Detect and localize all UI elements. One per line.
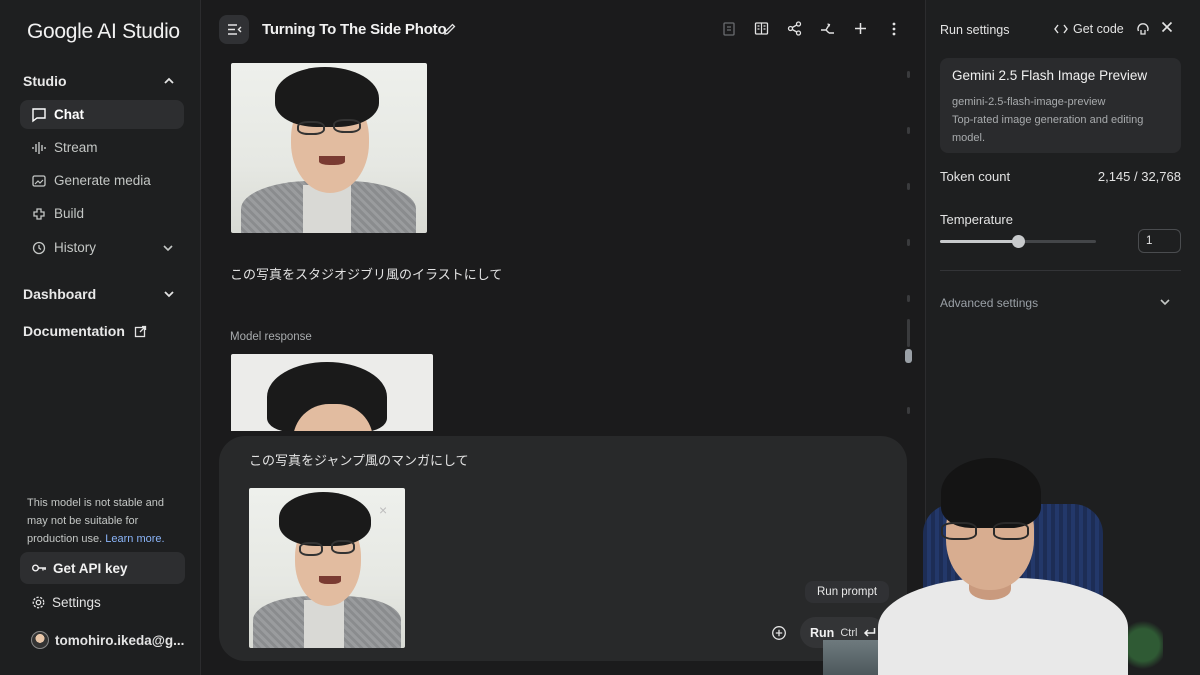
code-icon	[1054, 24, 1068, 34]
prompt-input-box[interactable]: この写真をジャンプ風のマンガにして × Run prompt Run Ctrl	[219, 436, 907, 661]
more-vert-icon[interactable]	[885, 20, 902, 37]
presenter-glasses	[941, 522, 977, 540]
documentation-link[interactable]: Documentation	[23, 323, 176, 339]
branch-icon[interactable]	[819, 20, 836, 37]
plus-icon[interactable]	[852, 20, 869, 37]
sidebar-item-label: Chat	[54, 107, 84, 122]
chevron-down-icon	[162, 242, 174, 254]
sidebar-item-label: Build	[54, 206, 85, 221]
presenter-glasses	[993, 522, 1029, 540]
divider	[940, 270, 1181, 271]
model-response-label: Model response	[230, 331, 312, 343]
studio-label: Studio	[23, 73, 67, 89]
chevron-up-icon	[162, 74, 176, 88]
sidebar-item-build[interactable]: Build	[20, 199, 184, 228]
get-api-key-button[interactable]: Get API key	[20, 552, 185, 584]
documentation-label: Documentation	[23, 323, 125, 339]
chevron-down-icon	[1159, 296, 1171, 310]
toggle-history-button[interactable]	[219, 15, 249, 44]
sidebar-item-label: History	[54, 240, 97, 255]
chat-scrollbar[interactable]	[904, 71, 912, 416]
sidebar-item-history[interactable]: History	[20, 233, 184, 262]
user-email: tomohiro.ikeda@g...	[55, 632, 185, 648]
uploaded-photo[interactable]	[231, 63, 427, 233]
share-icon[interactable]	[786, 20, 803, 37]
get-api-key-label: Get API key	[53, 560, 128, 576]
gear-icon	[31, 595, 46, 610]
temperature-input[interactable]	[1138, 229, 1181, 253]
stream-icon	[31, 140, 47, 156]
prompt-text[interactable]: この写真をジャンプ風のマンガにして	[249, 450, 469, 469]
reset-icon[interactable]	[1136, 22, 1150, 36]
sidebar-item-chat[interactable]: Chat	[20, 100, 184, 129]
model-description: Top-rated image generation and editing m…	[952, 114, 1144, 144]
response-image[interactable]	[231, 354, 433, 431]
clipboard-icon[interactable]	[720, 20, 737, 37]
header-toolbar	[720, 20, 902, 37]
studio-section-toggle[interactable]: Studio	[23, 73, 176, 89]
learn-more-link[interactable]: Learn more.	[105, 533, 164, 545]
model-selector[interactable]: Gemini 2.5 Flash Image Preview gemini-2.…	[940, 58, 1181, 153]
temperature-label: Temperature	[940, 212, 1013, 227]
dashboard-section-toggle[interactable]: Dashboard	[23, 286, 176, 302]
media-icon	[31, 173, 47, 189]
sidebar-item-label: Generate media	[54, 173, 151, 188]
close-icon[interactable]	[1160, 20, 1174, 34]
webcam-overlay	[823, 450, 1200, 675]
pencil-icon[interactable]	[443, 22, 457, 36]
token-count-value: 2,145 / 32,768	[1097, 169, 1181, 184]
add-circle-icon[interactable]	[771, 625, 787, 641]
temperature-slider[interactable]	[940, 235, 1096, 248]
avatar	[31, 631, 49, 649]
scrollbar-thumb[interactable]	[905, 349, 912, 363]
presenter-hair	[941, 458, 1041, 528]
token-count-label: Token count	[940, 169, 1011, 184]
chat-area: この写真をスタジオジブリ風のイラストにして Model response	[201, 56, 924, 431]
settings-label: Settings	[52, 595, 101, 610]
user-account[interactable]: tomohiro.ikeda@g...	[31, 631, 184, 649]
sidebar-item-label: Stream	[54, 140, 98, 155]
menu-collapse-icon	[227, 23, 242, 36]
get-code-label: Get code	[1073, 22, 1124, 36]
external-link-icon	[134, 325, 147, 338]
sidebar-item-stream[interactable]: Stream	[20, 133, 184, 162]
token-count: Token count 2,145 / 32,768	[940, 169, 1181, 184]
advanced-settings-toggle[interactable]: Advanced settings	[940, 296, 1171, 310]
model-id: gemini-2.5-flash-image-preview	[952, 96, 1106, 108]
build-icon	[31, 206, 47, 222]
run-settings-title: Run settings	[940, 23, 1010, 37]
remove-attachment-icon[interactable]: ×	[379, 502, 387, 518]
get-code-button[interactable]: Get code	[1054, 22, 1124, 36]
chat-icon	[31, 107, 47, 123]
sidebar-item-generate-media[interactable]: Generate media	[20, 166, 184, 195]
key-icon	[31, 560, 47, 576]
history-icon	[31, 240, 47, 256]
prompt-title[interactable]: Turning To The Side Photo	[262, 21, 447, 38]
chevron-down-icon	[162, 287, 176, 301]
advanced-settings-label: Advanced settings	[940, 296, 1039, 310]
app-logo[interactable]: Google AI Studio	[27, 20, 180, 44]
dashboard-label: Dashboard	[23, 286, 97, 302]
chat-header: Turning To The Side Photo	[201, 0, 924, 56]
sidebar: Google AI Studio Studio Chat Stream Gene…	[0, 0, 201, 675]
user-message: この写真をスタジオジブリ風のイラストにして	[230, 268, 503, 283]
compare-icon[interactable]	[753, 20, 770, 37]
settings-button[interactable]: Settings	[31, 595, 101, 610]
slider-thumb[interactable]	[1012, 235, 1025, 248]
plant	[1123, 610, 1163, 675]
model-name: Gemini 2.5 Flash Image Preview	[952, 68, 1148, 83]
model-warning: This model is not stable and may not be …	[27, 494, 177, 548]
slider-fill	[940, 240, 1018, 243]
